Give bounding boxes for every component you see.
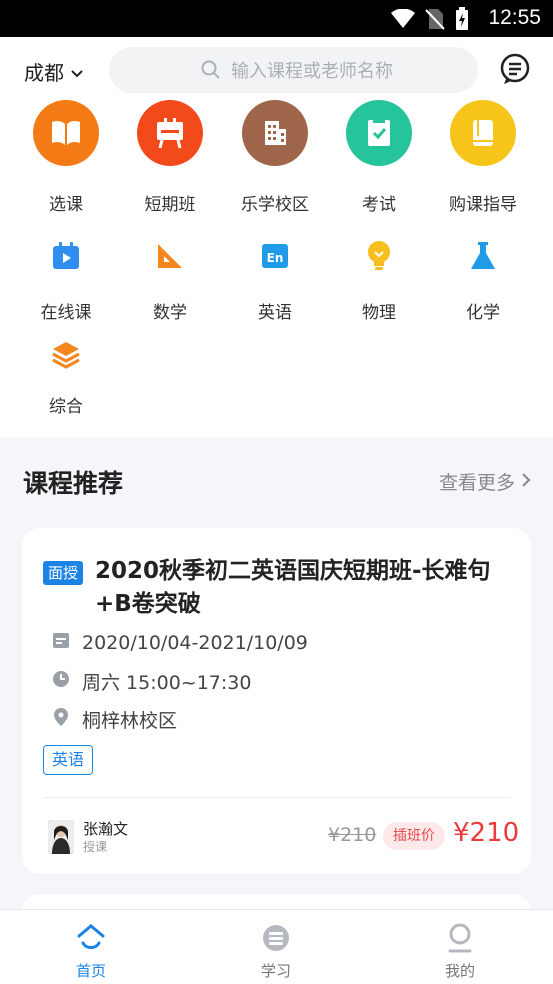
svg-text:En: En xyxy=(267,251,284,265)
category-gouke-guide[interactable]: 购课指导 xyxy=(431,100,535,215)
tab-study[interactable]: 学习 xyxy=(231,922,321,981)
flask-icon xyxy=(463,236,503,276)
category-online[interactable]: 在线课 xyxy=(14,236,118,323)
chevron-down-icon xyxy=(70,60,84,84)
category-xuanke[interactable]: 选课 xyxy=(14,100,118,215)
bottom-tab-bar: 首页 学习 我的 xyxy=(0,909,553,984)
course-card[interactable]: 面授 2020秋季初二英语国庆短期班-长难句+B卷突破 2020/10/04-2… xyxy=(22,528,531,874)
current-price: ¥210 xyxy=(453,818,520,848)
teacher-name: 张瀚文 xyxy=(83,820,129,838)
category-label: 数学 xyxy=(153,303,187,323)
en-icon: En xyxy=(255,236,295,276)
see-more-link[interactable]: 查看更多 xyxy=(439,468,531,495)
divider xyxy=(43,797,511,798)
guide-book-icon xyxy=(450,100,516,166)
easel-icon xyxy=(137,100,203,166)
search-input[interactable]: 输入课程或老师名称 xyxy=(109,47,478,93)
message-button[interactable] xyxy=(498,52,532,86)
tab-mine[interactable]: 我的 xyxy=(415,922,505,981)
clock-icon xyxy=(52,670,70,693)
category-math[interactable]: 数学 xyxy=(118,236,222,323)
location-pin-icon xyxy=(52,707,70,732)
course-date-row: 2020/10/04-2021/10/09 xyxy=(52,631,308,654)
search-icon xyxy=(201,60,221,85)
course-time-row: 周六 15:00~17:30 xyxy=(52,668,251,695)
category-lexue-campus[interactable]: 乐学校区 xyxy=(223,100,327,215)
course-title: 2020秋季初二英语国庆短期班-长难句+B卷突破 xyxy=(95,558,491,617)
triangle-ruler-icon xyxy=(150,236,190,276)
exam-check-icon xyxy=(346,100,412,166)
book-icon xyxy=(33,100,99,166)
home-icon xyxy=(75,922,107,954)
see-more-label: 查看更多 xyxy=(438,472,515,494)
category-label: 化学 xyxy=(466,303,500,323)
status-time: 12:55 xyxy=(488,6,541,29)
category-chemistry[interactable]: 化学 xyxy=(431,236,535,323)
calendar-icon xyxy=(52,631,70,654)
tab-home-label: 首页 xyxy=(75,962,106,980)
status-bar: 12:55 xyxy=(0,0,553,37)
wifi-icon xyxy=(391,8,415,33)
tab-home[interactable]: 首页 xyxy=(46,922,136,981)
message-icon xyxy=(498,53,532,90)
profile-icon xyxy=(444,922,476,954)
avatar xyxy=(48,820,74,854)
course-badge: 面授 xyxy=(43,561,84,585)
category-label: 物理 xyxy=(362,303,396,323)
section-title: 课程推荐 xyxy=(23,469,124,498)
chevron-right-icon xyxy=(521,471,531,493)
tab-study-label: 学习 xyxy=(260,962,291,980)
teacher-role: 授课 xyxy=(83,840,108,854)
course-location: 桐梓林校区 xyxy=(82,710,178,732)
header: 成都 输入课程或老师名称 xyxy=(0,45,553,95)
search-placeholder: 输入课程或老师名称 xyxy=(231,61,393,82)
category-label: 英语 xyxy=(258,303,292,323)
category-label: 乐学校区 xyxy=(241,195,309,215)
price-label-badge: 插班价 xyxy=(383,822,445,850)
course-location-row: 桐梓林校区 xyxy=(52,706,177,733)
category-label: 考试 xyxy=(362,195,396,215)
original-price: ¥210 xyxy=(328,824,377,846)
category-label: 短期班 xyxy=(144,195,196,215)
study-icon xyxy=(260,922,292,954)
category-label: 综合 xyxy=(49,397,83,417)
category-label: 在线课 xyxy=(40,303,92,323)
bulb-icon xyxy=(359,236,399,276)
subject-tag: 英语 xyxy=(43,745,94,775)
category-general[interactable]: 综合 xyxy=(14,334,118,417)
no-sim-icon xyxy=(425,8,445,34)
status-icons xyxy=(391,7,469,35)
category-physics[interactable]: 物理 xyxy=(327,236,431,323)
course-date: 2020/10/04-2021/10/09 xyxy=(82,631,308,654)
city-selector[interactable]: 成都 xyxy=(24,57,84,86)
category-label: 选课 xyxy=(49,195,83,215)
category-kaoshi[interactable]: 考试 xyxy=(327,100,431,215)
battery-charging-icon xyxy=(455,7,469,35)
category-label: 购课指导 xyxy=(449,195,517,215)
layers-icon xyxy=(46,334,86,374)
calendar-play-icon xyxy=(46,236,86,276)
category-duanqiban[interactable]: 短期班 xyxy=(118,100,222,215)
city-label: 成都 xyxy=(24,61,64,85)
category-english[interactable]: En 英语 xyxy=(223,236,327,323)
course-schedule: 周六 15:00~17:30 xyxy=(82,672,252,694)
building-icon xyxy=(242,100,308,166)
tab-mine-label: 我的 xyxy=(444,962,475,980)
